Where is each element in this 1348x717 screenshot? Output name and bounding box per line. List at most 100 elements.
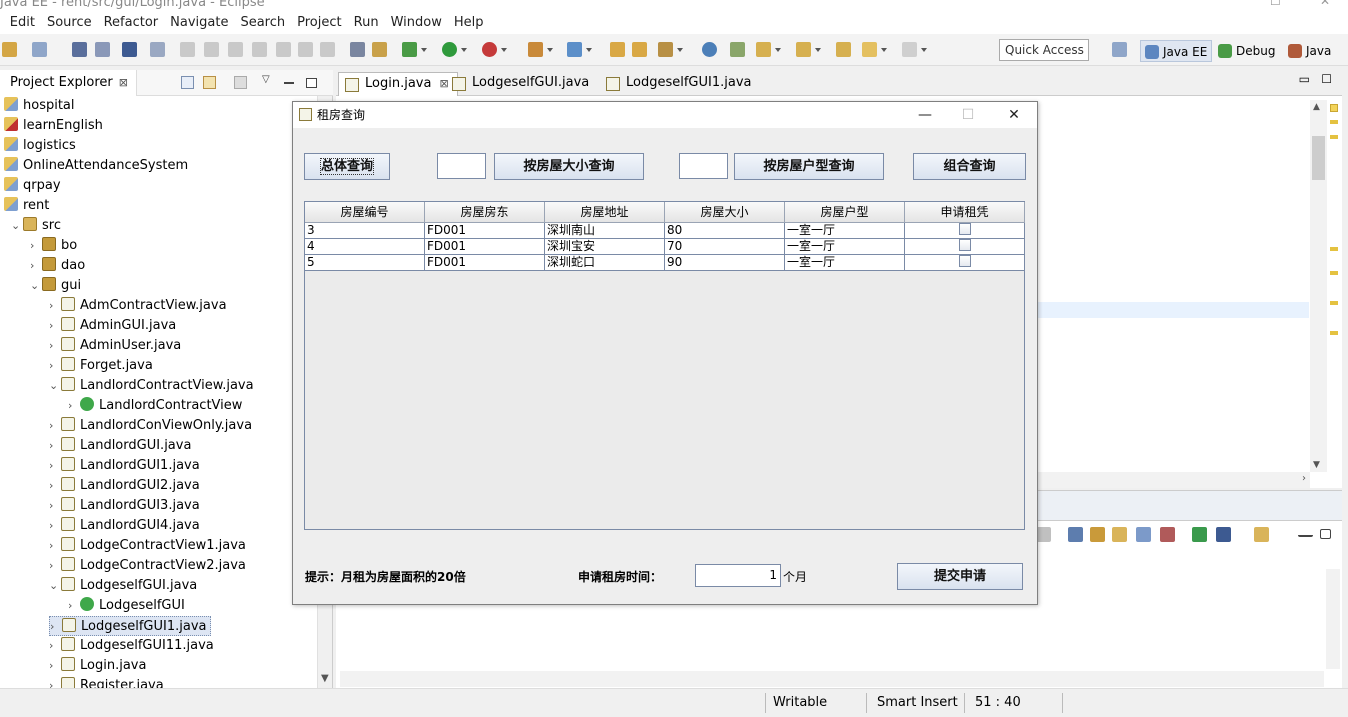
type-query-button[interactable]: 按房屋户型查询 bbox=[734, 153, 884, 180]
column-header[interactable]: 房屋户型 bbox=[785, 202, 905, 223]
expanded-arrow-icon[interactable]: ⌄ bbox=[30, 276, 42, 296]
minimize-icon[interactable]: — bbox=[910, 104, 940, 126]
expanded-arrow-icon[interactable]: ⌄ bbox=[49, 576, 61, 596]
overview-marker[interactable] bbox=[1330, 271, 1338, 275]
collapsed-arrow-icon[interactable]: › bbox=[49, 436, 61, 456]
globe-icon[interactable] bbox=[702, 42, 717, 57]
tree-item[interactable]: › LandlordConViewOnly.java bbox=[49, 416, 252, 436]
tree-item[interactable]: ›learnEnglish bbox=[0, 116, 103, 136]
expanded-arrow-icon[interactable]: ⌄ bbox=[11, 216, 23, 236]
editor-tab[interactable]: LodgeselfGUI.java bbox=[446, 72, 597, 96]
collapsed-arrow-icon[interactable]: › bbox=[49, 636, 61, 656]
column-header[interactable]: 房屋房东 bbox=[425, 202, 545, 223]
tree-item[interactable]: › dao bbox=[30, 256, 85, 276]
close-view-icon[interactable]: ⊠ bbox=[119, 76, 128, 89]
quick-access-input[interactable]: Quick Access bbox=[999, 39, 1089, 61]
collapsed-arrow-icon[interactable]: › bbox=[49, 516, 61, 536]
collapsed-arrow-icon[interactable]: › bbox=[49, 656, 61, 676]
collapsed-arrow-icon[interactable]: › bbox=[49, 296, 61, 316]
collapsed-arrow-icon[interactable]: › bbox=[30, 256, 42, 276]
tab-project-explorer[interactable]: Project Explorer ⊠ bbox=[0, 70, 137, 96]
search-icon[interactable] bbox=[658, 42, 683, 57]
tree-item[interactable]: ›hospital bbox=[0, 96, 75, 116]
collapsed-arrow-icon[interactable]: › bbox=[49, 536, 61, 556]
minimize-view-icon[interactable] bbox=[284, 76, 294, 84]
word-wrap-icon[interactable] bbox=[1112, 527, 1127, 542]
table-row[interactable]: 5 FD001 深圳蛇口 90 一室一厅 bbox=[305, 255, 1025, 271]
tree-item[interactable]: ⌄rent bbox=[0, 196, 49, 216]
tree-item[interactable]: ⌄ LodgeselfGUI.java bbox=[49, 576, 197, 596]
close-icon[interactable]: ✕ bbox=[999, 104, 1029, 126]
collapsed-arrow-icon[interactable]: › bbox=[49, 356, 61, 376]
editor-vertical-scrollbar[interactable]: ▲ ▼ bbox=[1310, 100, 1327, 472]
tree-item[interactable]: › Forget.java bbox=[49, 356, 153, 376]
menu-item-project[interactable]: Project bbox=[291, 12, 347, 34]
overall-query-button[interactable]: 总体查询 bbox=[304, 153, 390, 180]
table-row[interactable]: 3 FD001 深圳南山 80 一室一厅 bbox=[305, 223, 1025, 239]
toggle-icon[interactable] bbox=[372, 42, 387, 57]
tree-item[interactable]: › LandlordGUI.java bbox=[49, 436, 191, 456]
scroll-right-icon[interactable]: › bbox=[1302, 473, 1306, 484]
editor-tab[interactable]: LodgeselfGUI1.java bbox=[600, 72, 760, 96]
skip-breakpoints-icon[interactable] bbox=[150, 42, 165, 57]
tree-item[interactable]: ⌄ LandlordContractView.java bbox=[49, 376, 254, 396]
open-perspective-icon[interactable] bbox=[1112, 42, 1127, 57]
menu-item-navigate[interactable]: Navigate bbox=[164, 12, 234, 34]
apply-checkbox[interactable] bbox=[958, 239, 971, 251]
show-on-error-icon[interactable] bbox=[1160, 527, 1175, 542]
collapse-all-icon[interactable] bbox=[181, 76, 194, 89]
scroll-down-icon[interactable]: ▼ bbox=[1313, 460, 1320, 470]
tree-item[interactable]: › AdmContractView.java bbox=[49, 296, 227, 316]
maximize-editor-icon[interactable]: ☐ bbox=[1321, 72, 1332, 86]
collapsed-arrow-icon[interactable]: › bbox=[68, 396, 80, 416]
column-header[interactable]: 申请租凭 bbox=[905, 202, 1025, 223]
tree-item[interactable]: › LandlordGUI2.java bbox=[49, 476, 200, 496]
open-console-icon[interactable] bbox=[1254, 527, 1269, 542]
tree-item[interactable]: › LandlordGUI4.java bbox=[49, 516, 200, 536]
filter-icon[interactable] bbox=[234, 76, 247, 89]
tree-item[interactable]: › Register.java bbox=[49, 676, 164, 688]
tree-item[interactable]: › LodgeselfGUI1.java bbox=[49, 616, 211, 636]
overview-marker[interactable] bbox=[1330, 135, 1338, 139]
use-step-filters-icon[interactable] bbox=[350, 42, 365, 57]
table-row[interactable]: 4 FD001 深圳宝安 70 一室一厅 bbox=[305, 239, 1025, 255]
up-arrow-icon[interactable] bbox=[796, 42, 821, 57]
collapsed-arrow-icon[interactable]: › bbox=[49, 496, 61, 516]
overview-marker[interactable] bbox=[1330, 301, 1338, 305]
tree-item[interactable]: › Login.java bbox=[49, 656, 146, 676]
collapsed-arrow-icon[interactable]: › bbox=[49, 456, 61, 476]
tree-item[interactable]: › LodgeContractView2.java bbox=[49, 556, 246, 576]
perspective-debug[interactable]: Debug bbox=[1214, 40, 1279, 62]
size-query-button[interactable]: 按房屋大小查询 bbox=[494, 153, 644, 180]
tree-item[interactable]: › AdminGUI.java bbox=[49, 316, 176, 336]
pin-console-icon[interactable] bbox=[1192, 527, 1207, 542]
menu-item-search[interactable]: Search bbox=[234, 12, 291, 34]
new-icon[interactable] bbox=[2, 42, 17, 57]
maximize-icon[interactable]: ☐ bbox=[953, 104, 983, 126]
collapsed-arrow-icon[interactable]: › bbox=[49, 316, 61, 336]
collapsed-arrow-icon[interactable]: › bbox=[68, 596, 80, 616]
type-input[interactable] bbox=[679, 153, 728, 179]
back-icon[interactable] bbox=[862, 42, 887, 57]
terminate-icon[interactable] bbox=[228, 42, 243, 57]
open-type-icon[interactable] bbox=[610, 42, 625, 57]
collapsed-arrow-icon[interactable]: › bbox=[49, 416, 61, 436]
menu-item-refactor[interactable]: Refactor bbox=[98, 12, 165, 34]
overview-marker[interactable] bbox=[1330, 247, 1338, 251]
apply-checkbox[interactable] bbox=[958, 255, 971, 267]
view-menu-icon[interactable]: ▽ bbox=[262, 74, 275, 87]
debug-icon[interactable] bbox=[402, 42, 427, 57]
maximize-icon[interactable]: ☐ bbox=[1270, 0, 1281, 8]
close-icon[interactable]: ✕ bbox=[1320, 0, 1330, 8]
collapsed-arrow-icon[interactable]: › bbox=[49, 336, 61, 356]
panel-horizontal-scrollbar[interactable] bbox=[340, 671, 1324, 687]
perspective-java-ee[interactable]: Java EE bbox=[1140, 40, 1213, 62]
save-icon[interactable] bbox=[72, 42, 87, 57]
expanded-arrow-icon[interactable]: ⌄ bbox=[49, 376, 61, 396]
collapsed-arrow-icon[interactable]: › bbox=[50, 617, 62, 637]
step-into-icon[interactable] bbox=[276, 42, 291, 57]
panel-scrollbar[interactable] bbox=[1326, 569, 1340, 669]
coverage-icon[interactable] bbox=[482, 42, 507, 57]
menu-item-edit[interactable]: Edit bbox=[4, 12, 41, 34]
collapsed-arrow-icon[interactable]: › bbox=[49, 556, 61, 576]
